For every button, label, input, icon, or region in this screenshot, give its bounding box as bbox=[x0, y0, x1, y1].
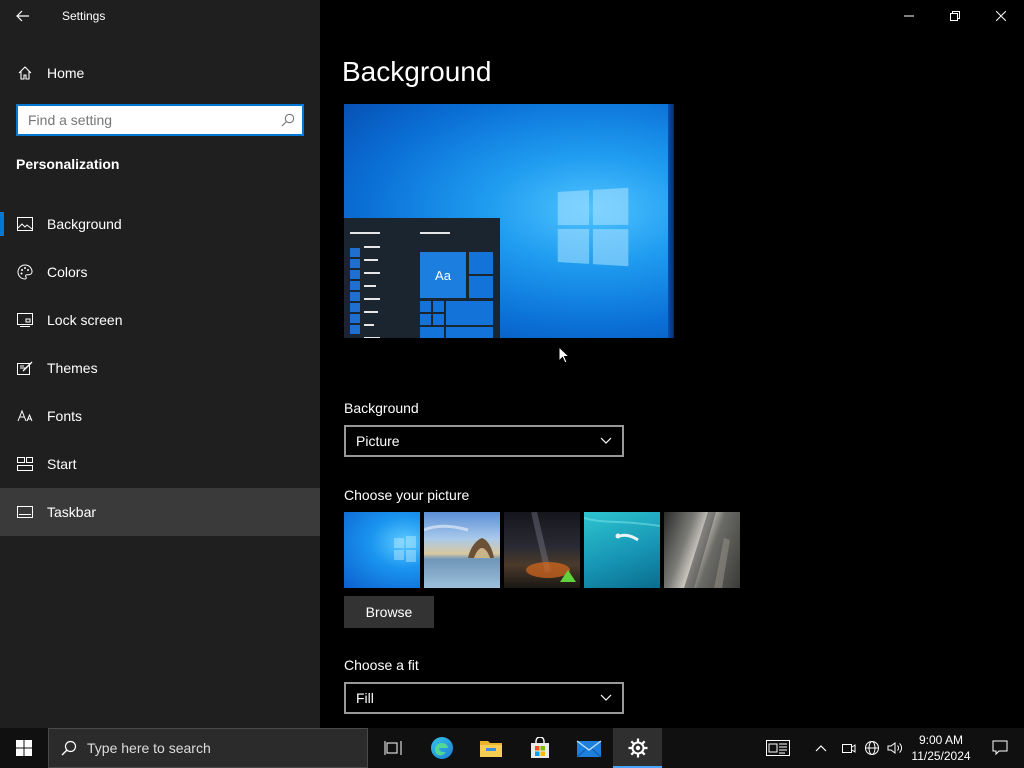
close-icon bbox=[996, 11, 1006, 21]
windows-logo-icon bbox=[557, 187, 629, 267]
home-icon bbox=[16, 64, 34, 82]
picture-thumbnail-underwater-swimmer[interactable] bbox=[584, 512, 660, 588]
minimize-icon bbox=[904, 15, 914, 17]
settings-icon bbox=[628, 738, 647, 758]
settings-sidebar: Settings Home Personalization Background… bbox=[0, 0, 320, 728]
themes-icon bbox=[16, 359, 34, 377]
speaker-icon bbox=[887, 742, 902, 754]
fit-dropdown[interactable]: Fill bbox=[344, 682, 624, 714]
preview-tile: Aa bbox=[420, 252, 466, 298]
back-arrow-icon bbox=[16, 10, 29, 22]
sidebar-item-colors[interactable]: Colors bbox=[0, 248, 320, 296]
sidebar-item-label: Themes bbox=[47, 360, 98, 376]
chevron-down-icon bbox=[600, 437, 612, 444]
fonts-icon bbox=[16, 407, 34, 425]
background-dropdown[interactable]: Picture bbox=[344, 425, 624, 457]
sidebar-item-start[interactable]: Start bbox=[0, 440, 320, 488]
clock-date: 11/25/2024 bbox=[911, 749, 971, 763]
news-icon bbox=[766, 740, 790, 756]
taskbar-store[interactable] bbox=[515, 728, 564, 768]
page-title: Background bbox=[342, 56, 492, 87]
restore-icon bbox=[950, 11, 960, 21]
palette-icon bbox=[16, 263, 34, 281]
task-view-icon bbox=[384, 741, 401, 755]
task-view-button[interactable] bbox=[368, 728, 417, 768]
minimize-button[interactable] bbox=[886, 0, 932, 32]
sidebar-item-lock-screen[interactable]: Lock screen bbox=[0, 296, 320, 344]
action-center-button[interactable] bbox=[976, 728, 1024, 768]
background-label: Background bbox=[344, 400, 419, 416]
mouse-cursor bbox=[558, 345, 571, 369]
clock-time: 9:00 AM bbox=[918, 733, 964, 747]
show-hidden-icons-button[interactable] bbox=[804, 728, 838, 768]
home-label: Home bbox=[47, 65, 85, 81]
start-menu-preview: Aa bbox=[344, 218, 500, 338]
picture-thumbnail-rock-cliff[interactable] bbox=[664, 512, 740, 588]
sidebar-item-label: Start bbox=[47, 456, 77, 472]
choose-picture-label: Choose your picture bbox=[344, 487, 470, 503]
section-title: Personalization bbox=[16, 156, 120, 172]
back-button[interactable] bbox=[0, 0, 46, 32]
search-input[interactable] bbox=[18, 106, 274, 134]
background-preview: Aa bbox=[344, 104, 674, 338]
news-widget-button[interactable] bbox=[758, 728, 798, 768]
sidebar-item-label: Fonts bbox=[47, 408, 83, 424]
chevron-down-icon bbox=[600, 694, 612, 701]
network-globe-icon bbox=[865, 741, 879, 755]
sidebar-item-themes[interactable]: Themes bbox=[0, 344, 320, 392]
taskbar-settings[interactable] bbox=[613, 728, 662, 768]
background-dropdown-value: Picture bbox=[356, 433, 400, 449]
browse-button[interactable]: Browse bbox=[344, 596, 434, 628]
lock-screen-icon bbox=[16, 311, 34, 329]
taskbar-clock[interactable]: 9:00 AM 11/25/2024 bbox=[906, 732, 976, 764]
camera-icon bbox=[842, 744, 856, 753]
store-icon bbox=[530, 737, 549, 758]
sidebar-item-label: Lock screen bbox=[47, 312, 123, 328]
search-icon bbox=[61, 740, 77, 756]
taskbar-edge[interactable] bbox=[417, 728, 466, 768]
find-setting-search[interactable] bbox=[16, 104, 304, 136]
taskbar: Type here to search 9:00 AM 11/25/2024 bbox=[0, 728, 1024, 768]
restore-button[interactable] bbox=[932, 0, 978, 32]
notification-icon bbox=[992, 740, 1008, 756]
picture-thumbnail-windows-blue[interactable] bbox=[344, 512, 420, 588]
search-icon[interactable] bbox=[274, 113, 302, 127]
title-bar: Settings bbox=[0, 0, 320, 32]
sidebar-item-label: Colors bbox=[47, 264, 88, 280]
personalization-nav: Background Colors Lock screen Themes Fon… bbox=[0, 200, 320, 536]
taskbar-file-explorer[interactable] bbox=[466, 728, 515, 768]
taskbar-mail[interactable] bbox=[564, 728, 613, 768]
settings-content: Background Aa Background Picture Choose … bbox=[320, 0, 1024, 728]
picture-thumbnail-night-sky-tent[interactable] bbox=[504, 512, 580, 588]
sidebar-item-fonts[interactable]: Fonts bbox=[0, 392, 320, 440]
mail-icon bbox=[576, 740, 601, 758]
sidebar-item-background[interactable]: Background bbox=[0, 200, 320, 248]
system-tray: 9:00 AM 11/25/2024 bbox=[758, 728, 1024, 768]
windows-start-icon bbox=[16, 740, 32, 756]
taskbar-search-placeholder: Type here to search bbox=[87, 740, 211, 756]
start-icon bbox=[16, 455, 34, 473]
picture-icon bbox=[16, 215, 34, 233]
meet-now-button[interactable] bbox=[838, 728, 860, 768]
edge-icon bbox=[430, 737, 453, 759]
choose-fit-label: Choose a fit bbox=[344, 657, 419, 673]
file-explorer-icon bbox=[479, 741, 502, 757]
sidebar-item-home[interactable]: Home bbox=[0, 56, 320, 90]
taskbar-search[interactable]: Type here to search bbox=[48, 728, 368, 768]
picture-thumbnails bbox=[344, 512, 740, 588]
app-title: Settings bbox=[62, 9, 106, 23]
taskbar-icon bbox=[16, 503, 34, 521]
start-button[interactable] bbox=[0, 728, 48, 768]
sidebar-item-label: Background bbox=[47, 216, 122, 232]
fit-dropdown-value: Fill bbox=[356, 690, 374, 706]
picture-thumbnail-rock-arch-beach[interactable] bbox=[424, 512, 500, 588]
close-button[interactable] bbox=[978, 0, 1024, 32]
sidebar-item-taskbar[interactable]: Taskbar bbox=[0, 488, 320, 536]
network-button[interactable] bbox=[860, 728, 884, 768]
chevron-up-icon bbox=[815, 745, 827, 752]
window-controls bbox=[886, 0, 1024, 32]
sidebar-item-label: Taskbar bbox=[47, 504, 97, 520]
volume-button[interactable] bbox=[884, 728, 906, 768]
